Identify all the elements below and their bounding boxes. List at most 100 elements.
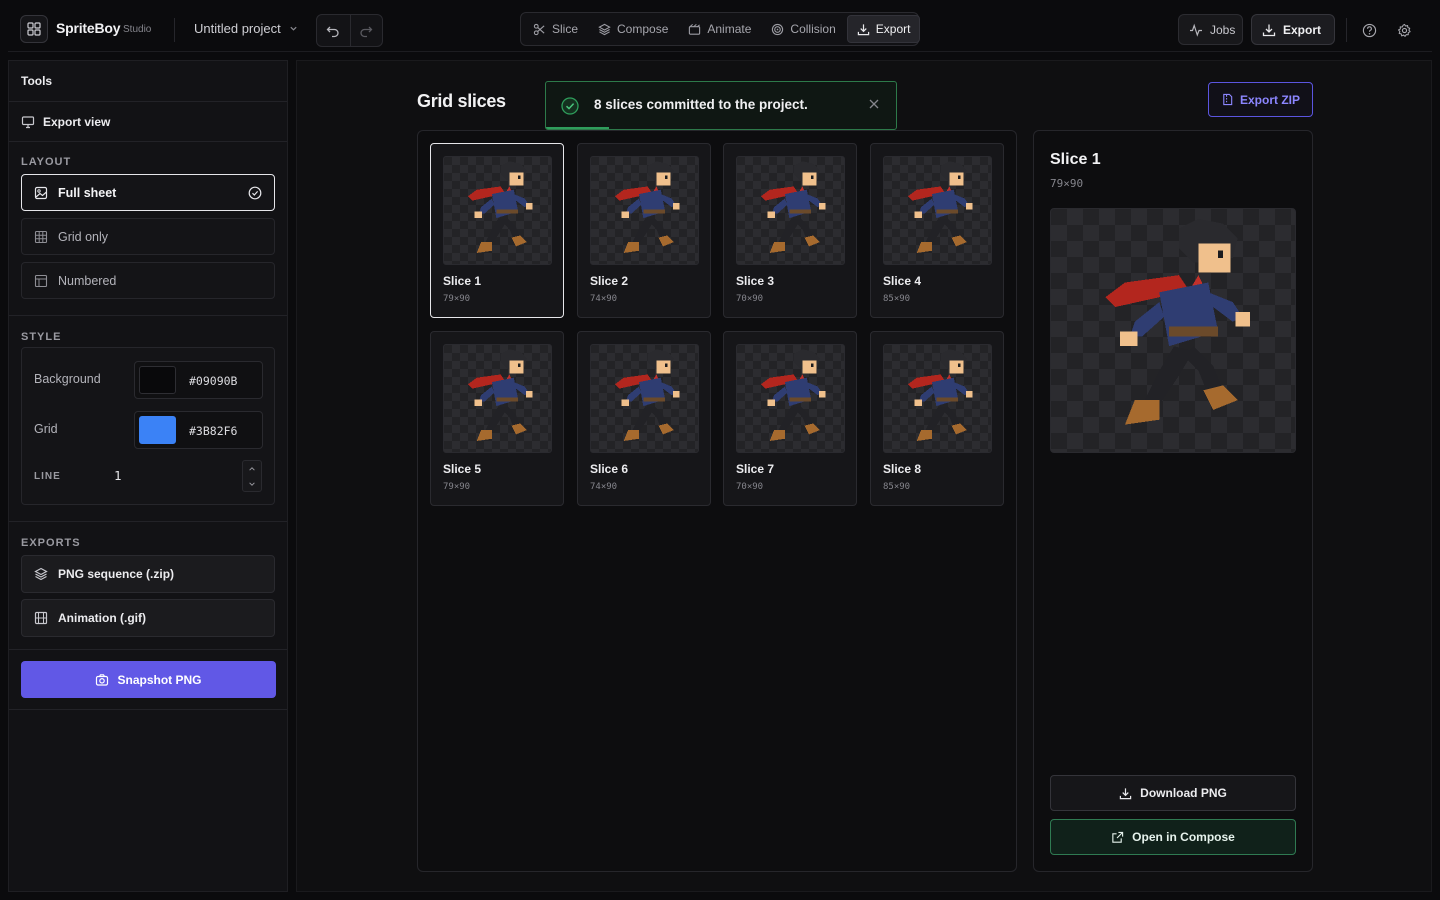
redo-button[interactable] xyxy=(349,15,383,46)
sprite-image xyxy=(907,161,973,253)
view-label: Export view xyxy=(43,114,111,129)
grid-swatch[interactable] xyxy=(139,416,176,444)
redo-icon xyxy=(359,24,373,38)
grid-label: Grid xyxy=(34,422,58,436)
slice-thumbnail xyxy=(443,344,552,453)
divider xyxy=(9,709,287,710)
slice-name: Slice 3 xyxy=(736,274,775,288)
slice-thumbnail xyxy=(736,156,845,265)
export-label: Animation (.gif) xyxy=(58,611,146,625)
tab-compose[interactable]: Compose xyxy=(589,15,677,43)
slice-name: Slice 7 xyxy=(736,462,775,476)
option-label: Numbered xyxy=(58,273,117,288)
slice-name: Slice 6 xyxy=(590,462,629,476)
background-color-field[interactable]: #09090B xyxy=(134,361,263,399)
slice-thumbnail xyxy=(736,344,845,453)
table-icon xyxy=(34,274,48,288)
slice-card[interactable]: Slice 1 79×90 xyxy=(430,143,564,318)
chevron-down-icon[interactable] xyxy=(243,476,261,491)
grid-hex: #3B82F6 xyxy=(189,424,238,438)
slice-card[interactable]: Slice 2 74×90 xyxy=(577,143,711,318)
layout-option-full-sheet[interactable]: Full sheet xyxy=(21,174,275,211)
line-width-input[interactable]: 1 xyxy=(114,468,122,483)
jobs-label: Jobs xyxy=(1210,22,1236,37)
export-png-sequence-button[interactable]: PNG sequence (.zip) xyxy=(21,555,275,593)
tab-slice[interactable]: Slice xyxy=(524,15,587,43)
grid-icon xyxy=(34,230,48,244)
slice-card[interactable]: Slice 6 74×90 xyxy=(577,331,711,506)
jobs-button[interactable]: Jobs xyxy=(1178,14,1243,45)
detail-slice-dims: 79×90 xyxy=(1050,177,1084,190)
sidebar-title: Tools xyxy=(9,61,287,102)
slice-dims: 85×90 xyxy=(883,482,911,492)
slice-card[interactable]: Slice 3 70×90 xyxy=(723,143,857,318)
background-swatch[interactable] xyxy=(139,366,176,394)
sprite-image xyxy=(467,161,533,253)
slice-dims: 74×90 xyxy=(590,294,618,304)
close-icon[interactable] xyxy=(868,98,880,110)
chevron-up-icon[interactable] xyxy=(243,461,261,476)
export-label: PNG sequence (.zip) xyxy=(58,567,175,581)
background-label: Background xyxy=(34,372,101,386)
export-gif-button[interactable]: Animation (.gif) xyxy=(21,599,275,637)
grid-color-field[interactable]: #3B82F6 xyxy=(134,411,263,449)
sprite-image xyxy=(760,349,826,441)
monitor-icon xyxy=(21,115,35,129)
slice-name: Slice 2 xyxy=(590,274,629,288)
divider xyxy=(174,18,175,42)
slice-detail-panel: Slice 1 79×90 Download PNG Open in Compo… xyxy=(1033,130,1313,872)
activity-icon xyxy=(1189,23,1203,37)
slice-card[interactable]: Slice 8 85×90 xyxy=(870,331,1004,506)
layout-option-grid-only[interactable]: Grid only xyxy=(21,218,275,255)
layers-icon xyxy=(34,567,48,581)
slice-card[interactable]: Slice 5 79×90 xyxy=(430,331,564,506)
sprite-image xyxy=(614,161,680,253)
sprite-image xyxy=(907,349,973,441)
app-menu-icon[interactable] xyxy=(20,15,48,43)
slice-name: Slice 8 xyxy=(883,462,922,476)
chevron-down-icon xyxy=(289,24,298,33)
slice-thumbnail xyxy=(883,156,992,265)
slice-name: Slice 4 xyxy=(883,274,922,288)
export-zip-button[interactable]: Export ZIP xyxy=(1208,82,1313,117)
project-selector[interactable]: Untitled project xyxy=(194,21,298,36)
slice-name: Slice 5 xyxy=(443,462,482,476)
export-zip-label: Export ZIP xyxy=(1239,92,1300,107)
app-suffix: Studio xyxy=(123,24,152,35)
image-icon xyxy=(34,186,48,200)
toast-progress-bar xyxy=(546,127,609,129)
divider xyxy=(1346,18,1347,42)
tab-animate[interactable]: Animate xyxy=(679,15,760,43)
film-icon xyxy=(34,611,48,625)
undo-button[interactable] xyxy=(317,15,350,46)
snapshot-png-button[interactable]: Snapshot PNG xyxy=(21,661,276,698)
tab-export[interactable]: Export xyxy=(846,15,921,43)
tab-label: Compose xyxy=(617,22,669,36)
slice-name: Slice 1 xyxy=(443,274,482,288)
download-icon xyxy=(1119,787,1132,800)
tab-label: Animate xyxy=(707,22,752,36)
sprite-image xyxy=(760,161,826,253)
export-button[interactable]: Export xyxy=(1251,14,1335,45)
tab-label: Slice xyxy=(552,22,579,36)
check-circle-icon xyxy=(248,186,262,200)
slice-card[interactable]: Slice 4 85×90 xyxy=(870,143,1004,318)
layout-option-numbered[interactable]: Numbered xyxy=(21,262,275,299)
slice-thumbnail xyxy=(590,156,699,265)
tab-collision[interactable]: Collision xyxy=(762,15,844,43)
exports-section-label: EXPORTS xyxy=(21,537,81,549)
page-title: Grid slices xyxy=(417,91,506,111)
open-in-compose-button[interactable]: Open in Compose xyxy=(1050,819,1296,855)
slice-thumbnail xyxy=(883,344,992,453)
camera-icon xyxy=(95,673,109,687)
gear-icon[interactable] xyxy=(1394,20,1414,40)
layers-icon xyxy=(598,23,611,36)
tools-sidebar: Tools Export view LAYOUT Full sheet Grid… xyxy=(8,60,288,892)
export-view-header: Export view xyxy=(9,102,287,142)
help-icon[interactable] xyxy=(1359,20,1379,40)
slice-card[interactable]: Slice 7 70×90 xyxy=(723,331,857,506)
project-name: Untitled project xyxy=(194,21,281,36)
option-label: Grid only xyxy=(58,229,109,244)
app-name: SpriteBoy xyxy=(56,20,121,36)
download-png-button[interactable]: Download PNG xyxy=(1050,775,1296,811)
